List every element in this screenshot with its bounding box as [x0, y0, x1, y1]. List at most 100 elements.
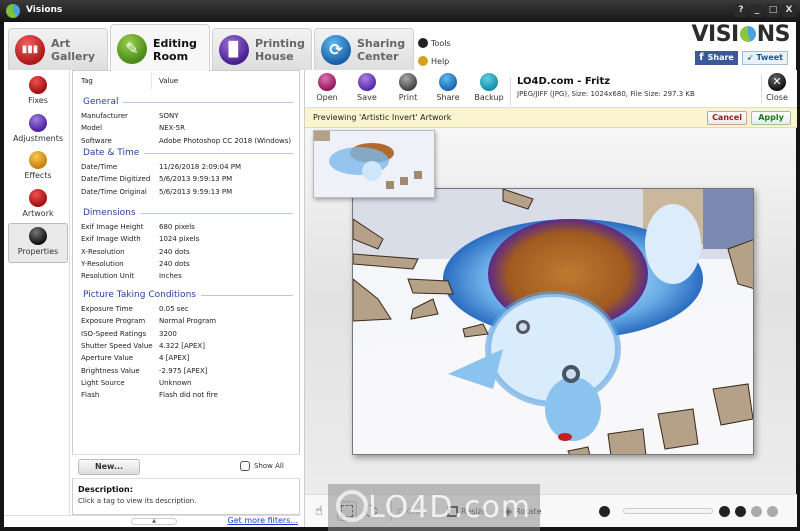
property-row[interactable]: Light Source Unknown — [81, 378, 192, 391]
backup-button[interactable]: Backup — [471, 73, 507, 102]
help-link[interactable]: Help — [418, 52, 451, 70]
property-value: Normal Program — [159, 317, 217, 326]
fit-to-window-icon[interactable] — [735, 506, 746, 517]
tools-icon — [418, 38, 428, 48]
value-column-header[interactable]: Value — [159, 77, 178, 85]
tag-column-header[interactable]: Tag — [81, 77, 93, 85]
tab-editing-room[interactable]: ✎ Editing Room — [110, 24, 210, 71]
property-row[interactable]: Y-Resolution 240 dots — [81, 259, 190, 272]
tweet-button[interactable]: ➹ Tweet — [741, 51, 788, 65]
tool-label: Fixes — [28, 96, 48, 105]
group-title: Dimensions — [83, 208, 136, 218]
tools-link[interactable]: Tools — [418, 34, 451, 52]
group-title: Picture Taking Conditions — [83, 290, 196, 300]
property-tag: Y-Resolution — [81, 259, 124, 268]
navigator-thumbnail[interactable] — [313, 130, 435, 198]
property-group-header: Date & Time — [83, 148, 293, 158]
properties-panel: Tag Value General Manufacturer SONY Model NE… — [72, 70, 300, 515]
tab-art-gallery[interactable]: ▮▮▮ Art Gallery — [8, 28, 108, 70]
header-links: Tools Help — [418, 34, 451, 70]
tab-printing-house[interactable]: ▉ Printing House — [212, 28, 312, 70]
pan-tool[interactable]: ☝ — [315, 501, 323, 521]
save-icon — [358, 73, 376, 91]
apply-button[interactable]: Apply — [751, 111, 791, 125]
open-button[interactable]: Open — [309, 73, 345, 102]
window-controls: ? _ □ X — [734, 4, 796, 17]
main-tabs: ▮▮▮ Art Gallery ✎ Editing Room ▉ Printing H… — [4, 22, 796, 71]
tool-artwork[interactable]: Artwork — [8, 189, 68, 227]
group-divider — [123, 101, 293, 103]
save-button[interactable]: Save — [349, 73, 385, 102]
get-more-filters-link[interactable]: Get more filters... — [228, 516, 298, 525]
tool-effects[interactable]: Effects — [8, 151, 68, 189]
share-button[interactable]: Share — [430, 73, 466, 102]
previous-image-icon[interactable] — [751, 506, 762, 517]
print-icon — [399, 73, 417, 91]
zoom-out-icon[interactable] — [599, 506, 610, 517]
property-row[interactable]: Exposure Time 0.05 sec — [81, 305, 189, 317]
preview-status-text: Previewing 'Artistic Invert' Artwork — [313, 113, 452, 122]
property-row[interactable]: Model NEX-5R — [81, 124, 185, 136]
show-all-toggle[interactable]: Show All — [240, 461, 284, 471]
next-image-icon[interactable] — [767, 506, 778, 517]
zoom-in-icon[interactable] — [719, 506, 730, 517]
property-row[interactable]: Shutter Speed Value 4.322 [APEX] — [81, 342, 205, 354]
property-row[interactable]: Date/Time Original 5/6/2013 9:59:13 PM — [81, 188, 232, 200]
tab-sharing-center[interactable]: ⟳ Sharing Center — [314, 28, 414, 70]
help-window-button[interactable]: ? — [734, 4, 748, 17]
cancel-button[interactable]: Cancel — [707, 111, 747, 125]
description-title: Description: — [78, 485, 133, 494]
new-tag-button[interactable]: New... — [78, 459, 140, 475]
property-row[interactable]: Brightness Value -2.975 [APEX] — [81, 367, 207, 379]
tool-adjustments[interactable]: Adjustments — [8, 114, 68, 152]
tool-properties[interactable]: Properties — [8, 223, 68, 263]
minimize-button[interactable]: _ — [750, 4, 764, 17]
maximize-button[interactable]: □ — [766, 4, 780, 17]
lo4d-watermark: LO4D.com — [328, 484, 540, 531]
property-row[interactable]: Date/Time Digitized 5/6/2013 9:59:13 PM — [81, 175, 232, 187]
property-group-header: Dimensions — [83, 208, 293, 218]
tool-label: Artwork — [22, 209, 54, 218]
group-title: Date & Time — [83, 148, 140, 158]
property-tag: Date/Time — [81, 163, 118, 171]
close-file-button[interactable]: ✕ Close — [759, 73, 795, 102]
property-value: 11/26/2018 2:09:04 PM — [159, 163, 242, 171]
property-value: 4 [APEX] — [159, 354, 190, 363]
tab-label-line1: Editing — [153, 37, 197, 50]
magic-wand-icon — [29, 76, 47, 94]
print-button[interactable]: Print — [390, 73, 426, 102]
property-row[interactable]: Aperture Value 4 [APEX] — [81, 354, 189, 366]
property-value: Adobe Photoshop CC 2018 (Windows) — [159, 136, 292, 145]
close-window-button[interactable]: X — [782, 4, 796, 17]
property-value: 680 pixels — [159, 223, 195, 231]
image-view-pane: Open Save Print Share Backup LO4D.com - … — [304, 70, 797, 527]
property-row[interactable]: Flash Flash did not fire — [81, 391, 218, 403]
tab-label-line1: Art — [51, 37, 71, 50]
tool-label: Properties — [17, 247, 59, 256]
main-image-preview[interactable] — [352, 188, 754, 455]
column-divider[interactable] — [151, 73, 152, 89]
property-tag: Flash — [81, 391, 100, 400]
property-row[interactable]: X-Resolution 240 dots — [81, 248, 190, 260]
property-row[interactable]: Resolution Unit Inches — [81, 272, 182, 284]
property-value: 1024 pixels — [159, 235, 200, 244]
property-value: 240 dots — [159, 259, 190, 268]
sync-arrows-icon: ⟳ — [321, 35, 351, 65]
property-row[interactable]: Exif Image Height 680 pixels — [81, 223, 195, 235]
tab-label-line2: Gallery — [51, 50, 96, 63]
property-row[interactable]: Date/Time 11/26/2018 2:09:04 PM — [81, 163, 241, 175]
facebook-share-button[interactable]: f Share — [695, 51, 738, 65]
zoom-slider[interactable] — [623, 508, 713, 514]
property-row[interactable]: Software Adobe Photoshop CC 2018 (Windows… — [81, 137, 291, 149]
twitter-icon: ➹ — [746, 53, 754, 62]
property-row[interactable]: Manufacturer SONY — [81, 112, 178, 124]
property-row[interactable]: Exposure Program Normal Program — [81, 317, 216, 329]
show-all-checkbox[interactable] — [240, 461, 250, 471]
property-group-header: General — [83, 97, 293, 107]
panel-collapse-grip[interactable]: ▲ — [131, 518, 177, 525]
property-row[interactable]: Exif Image Width 1024 pixels — [81, 235, 199, 247]
property-row[interactable]: ISO-Speed Ratings 3200 — [81, 330, 177, 342]
tool-fixes[interactable]: Fixes — [8, 76, 68, 114]
property-tag: Light Source — [81, 378, 125, 387]
property-value: Unknown — [159, 378, 192, 387]
